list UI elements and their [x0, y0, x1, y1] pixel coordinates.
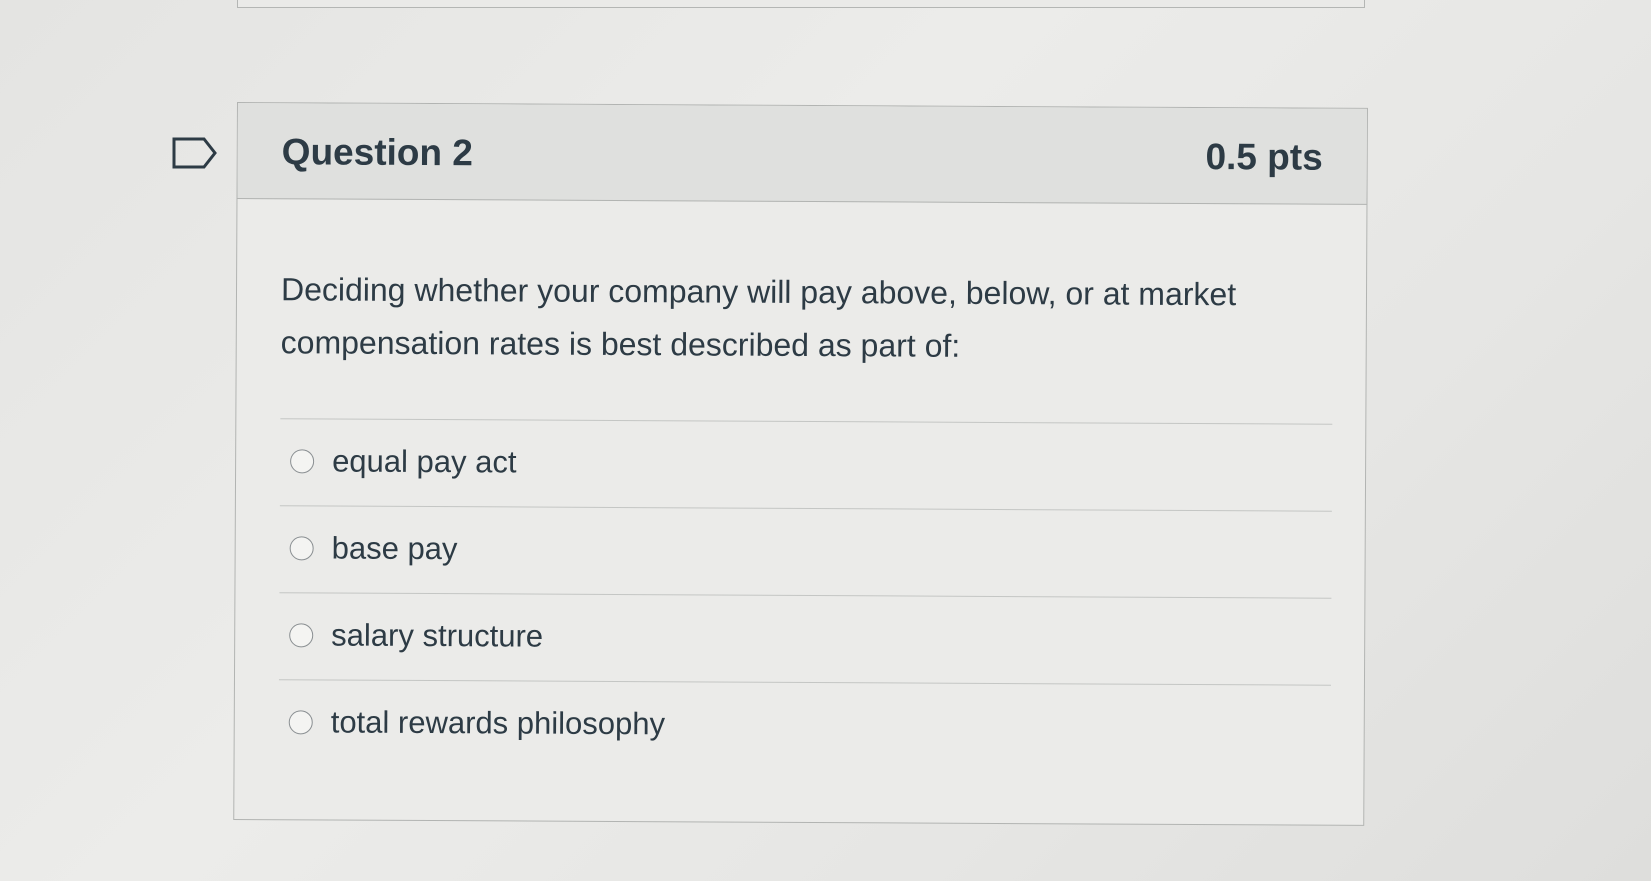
question-points: 0.5 pts: [1205, 136, 1323, 178]
question-title: Question 2: [281, 131, 474, 174]
answer-option-base-pay[interactable]: base pay: [279, 505, 1332, 598]
answer-label[interactable]: total rewards philosophy: [331, 704, 665, 742]
question-header: Question 2 0.5 pts: [237, 103, 1367, 205]
question-card: Question 2 0.5 pts Deciding whether your…: [233, 102, 1368, 826]
radio-unselected-icon[interactable]: [289, 536, 314, 561]
radio-unselected-icon[interactable]: [288, 710, 313, 735]
previous-question-frame: [237, 0, 1365, 8]
answer-label[interactable]: base pay: [332, 531, 458, 568]
answer-option-equal-pay-act[interactable]: equal pay act: [279, 418, 1333, 511]
answer-label[interactable]: salary structure: [331, 618, 543, 655]
radio-unselected-icon[interactable]: [290, 449, 315, 474]
flag-question-icon[interactable]: [172, 137, 218, 169]
radio-unselected-icon[interactable]: [289, 623, 314, 648]
answer-option-salary-structure[interactable]: salary structure: [278, 592, 1332, 685]
answer-list: equal pay act base pay salary structure …: [278, 418, 1333, 772]
question-text: Deciding whether your company will pay a…: [280, 271, 1237, 364]
answer-option-total-rewards-philosophy[interactable]: total rewards philosophy: [278, 679, 1331, 772]
answer-label[interactable]: equal pay act: [332, 444, 517, 481]
